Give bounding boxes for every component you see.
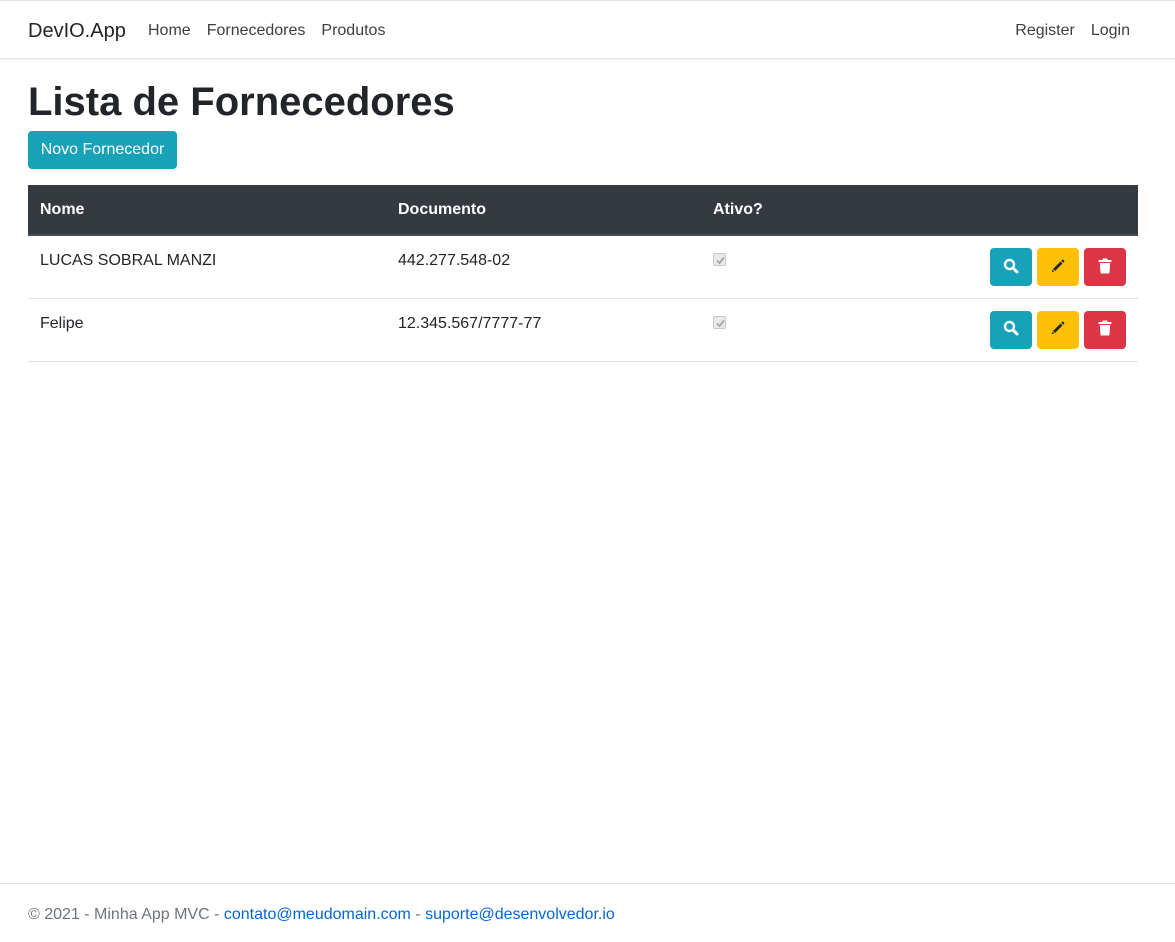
delete-button[interactable]: [1084, 248, 1126, 286]
edit-button[interactable]: [1037, 248, 1079, 286]
pencil-icon: [1050, 258, 1066, 277]
header-nome: Nome: [28, 185, 386, 236]
active-checkbox: [713, 253, 726, 266]
supplier-document: 442.277.548-02: [398, 252, 511, 269]
page-title: Lista de Fornecedores: [28, 80, 455, 124]
footer-email-contato[interactable]: contato@meudomain.com: [224, 906, 411, 923]
nav-left: Home Fornecedores Produtos: [148, 22, 385, 40]
table-row: LUCAS SOBRAL MANZI 442.277.548-02: [28, 235, 1138, 299]
navbar: DevIO.App Home Fornecedores Produtos Reg…: [0, 0, 1175, 59]
nav-link-login[interactable]: Login: [1091, 22, 1130, 40]
footer-copyright: © 2021 - Minha App MVC -: [28, 906, 224, 923]
active-checkbox: [713, 315, 726, 329]
supplier-document: 12.345.567/7777-77: [398, 314, 542, 332]
cell-ativo: [701, 298, 821, 362]
cell-actions: [821, 235, 1138, 299]
new-supplier-button[interactable]: Novo Fornecedor: [28, 131, 177, 169]
footer-email-suporte[interactable]: suporte@desenvolvedor.io: [425, 906, 615, 923]
header-actions: [821, 185, 1138, 236]
cell-nome: Felipe: [28, 298, 386, 362]
search-icon: [1003, 258, 1019, 277]
cell-ativo: [701, 235, 821, 299]
pencil-icon: [1050, 320, 1066, 339]
suppliers-table: Nome Documento Ativo? LUCAS SOBRAL MANZI…: [28, 185, 1138, 362]
details-button[interactable]: [990, 248, 1032, 286]
nav-link-register[interactable]: Register: [1015, 22, 1075, 40]
nav-link-home[interactable]: Home: [148, 22, 191, 40]
header-documento: Documento: [386, 185, 701, 236]
delete-button[interactable]: [1084, 310, 1126, 349]
nav-link-produtos[interactable]: Produtos: [321, 22, 385, 40]
brand-link[interactable]: DevIO.App: [28, 20, 126, 43]
search-icon: [1003, 320, 1019, 339]
trash-icon: [1098, 320, 1112, 339]
trash-icon: [1098, 258, 1112, 277]
footer-separator: -: [410, 906, 426, 923]
header-ativo: Ativo?: [701, 185, 821, 236]
nav-right: Register Login: [1015, 22, 1130, 40]
nav-link-fornecedores[interactable]: Fornecedores: [207, 22, 306, 40]
supplier-name: LUCAS SOBRAL MANZI: [40, 252, 217, 269]
footer: © 2021 - Minha App MVC - contato@meudoma…: [0, 883, 1175, 942]
cell-documento: 442.277.548-02: [386, 235, 701, 299]
details-button[interactable]: [990, 310, 1032, 349]
edit-button[interactable]: [1037, 310, 1079, 349]
cell-documento: 12.345.567/7777-77: [386, 298, 701, 362]
cell-actions: [821, 298, 1138, 362]
table-row: Felipe 12.345.567/7777-77: [28, 298, 1138, 362]
supplier-name: Felipe: [40, 314, 84, 332]
footer-text: © 2021 - Minha App MVC - contato@meudoma…: [28, 906, 615, 924]
cell-nome: LUCAS SOBRAL MANZI: [28, 235, 386, 299]
table-header-row: Nome Documento Ativo?: [28, 185, 1138, 236]
